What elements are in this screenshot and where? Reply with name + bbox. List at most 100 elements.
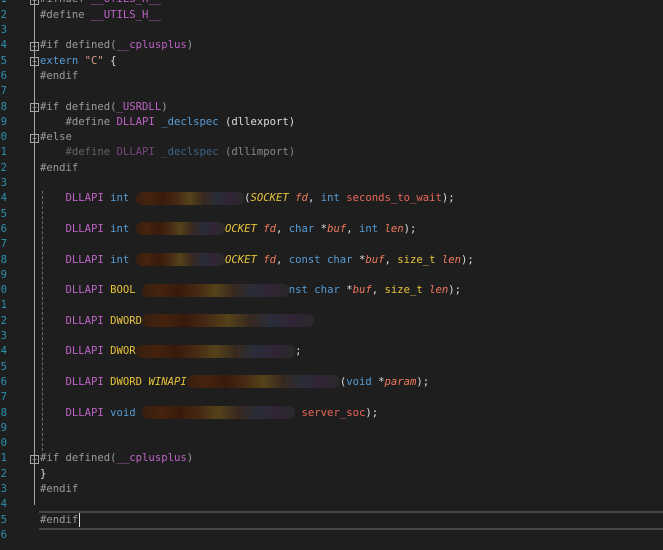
code-token: ,	[384, 253, 398, 266]
redacted-region	[186, 375, 340, 389]
code-token: DLLAPI	[40, 314, 104, 327]
code-line[interactable]: DLLAPI BOOL nst char *buf, size_t len);	[40, 283, 461, 298]
line-number: 6	[0, 69, 7, 82]
line-number: 32	[0, 467, 7, 480]
code-token: );	[461, 253, 474, 266]
code-token: _declspec	[154, 146, 219, 159]
line-number: 8	[0, 100, 7, 113]
code-line[interactable]: DLLAPI int OCKET fd, char *buf, int len)…	[40, 222, 416, 237]
code-line[interactable]: #endif	[40, 482, 78, 497]
code-token: int	[320, 192, 340, 205]
code-token: ,	[276, 253, 289, 266]
code-line[interactable]: #define DLLAPI _declspec (dllimport)	[40, 145, 296, 160]
code-line[interactable]: DLLAPI DWORD WINAPI (void *param);	[40, 375, 429, 390]
code-line[interactable]: #endif	[40, 513, 78, 528]
code-line[interactable]: }	[40, 467, 46, 482]
line-number: 17	[0, 238, 7, 251]
code-token: );	[365, 406, 379, 419]
fold-toggle-minus-icon[interactable]: −	[30, 133, 39, 143]
fold-toggle-minus-icon[interactable]: −	[30, 57, 39, 67]
code-token: DWORD	[103, 314, 143, 327]
code-line[interactable]: DLLAPI DWORD	[40, 314, 315, 329]
code-token: __UTILS_H__	[91, 8, 162, 21]
line-number: 16	[0, 222, 7, 235]
code-token: ,	[346, 222, 359, 235]
redacted-region	[135, 344, 296, 358]
line-number: 14	[0, 192, 7, 205]
fold-toggle-minus-icon[interactable]: −	[30, 41, 39, 51]
code-line[interactable]: #define __UTILS_H__	[40, 8, 161, 23]
code-token: __UTILS_H__	[91, 0, 161, 5]
code-line[interactable]: #else	[40, 130, 72, 145]
line-number: 2	[0, 8, 7, 21]
code-token: DLLAPI	[40, 345, 104, 358]
code-token: len	[378, 222, 404, 235]
code-token: int	[103, 222, 136, 235]
code-line[interactable]: #if defined(_USRDLL)	[40, 100, 168, 115]
code-token: fd	[288, 192, 308, 205]
line-number: 36	[0, 528, 7, 541]
line-number: 24	[0, 345, 7, 358]
code-token: void	[103, 406, 143, 419]
code-token: *	[339, 284, 353, 297]
code-token: param	[384, 375, 417, 388]
code-line[interactable]: #if defined(__cplusplus)	[40, 451, 193, 466]
code-line[interactable]: DLLAPI void server_soc);	[40, 406, 378, 421]
code-token: int	[103, 253, 136, 266]
line-number: 11	[0, 146, 7, 159]
code-token: _declspec	[154, 115, 219, 128]
code-token: );	[441, 192, 455, 205]
code-token: DLLAPI	[40, 406, 104, 419]
code-line[interactable]: DLLAPI int (SOCKET fd, int seconds_to_wa…	[40, 191, 455, 206]
code-token: )	[186, 39, 194, 52]
code-token: len	[435, 253, 462, 266]
code-token: *	[352, 253, 366, 266]
line-number: 3	[0, 24, 7, 36]
code-token: OCKET	[224, 253, 257, 266]
line-number: 15	[0, 207, 7, 220]
code-token: DLLAPI	[40, 222, 104, 235]
code-token: #define	[40, 115, 117, 128]
code-token: ,	[371, 284, 385, 297]
code-line[interactable]: #endif	[40, 161, 78, 176]
code-token: )	[186, 452, 194, 465]
line-number: 7	[0, 85, 7, 98]
current-line-highlight	[39, 511, 663, 530]
indent-guide	[34, 0, 35, 506]
code-line[interactable]: #endif	[40, 69, 78, 84]
line-number: 10	[0, 131, 7, 144]
code-token: ,	[276, 222, 289, 235]
redacted-region	[142, 283, 289, 297]
code-token: #ifndef	[40, 0, 91, 5]
line-number: 29	[0, 421, 7, 434]
code-line[interactable]: DLLAPI DWOR;	[40, 344, 302, 359]
code-line[interactable]: #define DLLAPI _declspec (dllexport)	[40, 115, 296, 130]
code-token: void	[346, 375, 372, 388]
redacted-region	[142, 314, 315, 328]
line-number: 31	[0, 452, 7, 465]
fold-toggle-minus-icon[interactable]: −	[30, 0, 39, 5]
code-line[interactable]: #ifndef __UTILS_H__	[40, 0, 161, 8]
line-number: 22	[0, 314, 7, 327]
code-token: #if defined(	[40, 100, 117, 113]
code-token: extern	[40, 54, 85, 67]
code-line[interactable]: extern "C" {	[40, 54, 117, 69]
code-token: ;	[295, 345, 302, 358]
code-token: len	[422, 284, 449, 297]
code-line[interactable]: DLLAPI int OCKET fd, const char *buf, si…	[40, 253, 474, 268]
fold-toggle-minus-icon[interactable]: −	[30, 454, 39, 464]
code-token: buf	[365, 253, 385, 266]
code-token: nst char	[288, 284, 340, 297]
code-line[interactable]: #if defined(__cplusplus)	[40, 38, 193, 53]
code-token: );	[403, 222, 417, 235]
code-token: (dllexport)	[218, 115, 296, 128]
fold-toggle-minus-icon[interactable]: −	[30, 103, 39, 112]
redacted-region	[135, 191, 245, 205]
code-token: DLLAPI	[40, 192, 104, 205]
line-number: 20	[0, 284, 7, 297]
code-token: *	[314, 222, 328, 235]
code-token: *	[371, 375, 385, 388]
code-token: DLLAPI	[40, 375, 104, 388]
code-token: #if defined(	[40, 452, 117, 465]
code-token: _USRDLL	[116, 100, 162, 113]
